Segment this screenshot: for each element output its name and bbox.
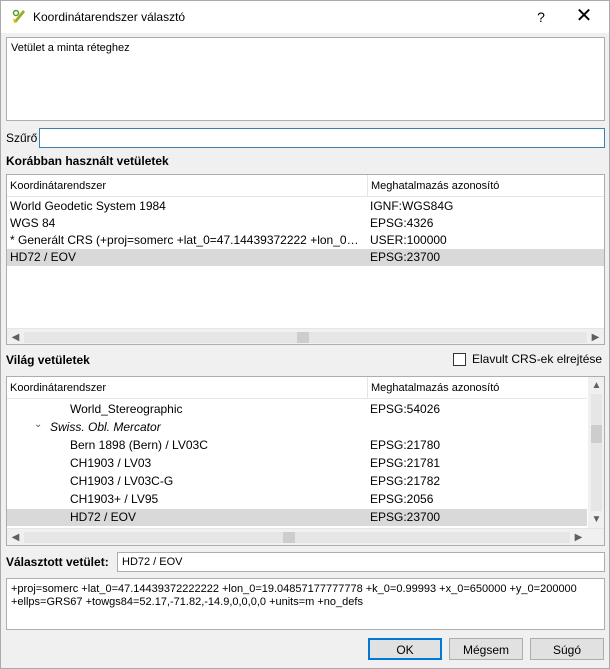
crs-name-cell: * Generált CRS (+proj=somerc +lat_0=47.1… — [10, 233, 365, 247]
tree-group-row[interactable]: ⌄ Swiss. Obl. Mercator — [7, 419, 587, 436]
crs-name-cell: CH1903 / LV03 — [70, 456, 152, 470]
checkbox-box[interactable] — [453, 352, 466, 366]
tree-item-row[interactable]: Bern 1898 (Bern) / LV03C EPSG:21780 — [7, 437, 587, 454]
crs-name-cell: HD72 / EOV — [10, 250, 77, 264]
recent-crs-title: Korábban használt vetületek — [6, 154, 169, 168]
scroll-down-icon[interactable]: ▼ — [588, 511, 604, 528]
crs-name-cell: CH1903+ / LV95 — [70, 492, 159, 506]
recent-horizontal-scrollbar[interactable]: ◀ ▶ — [7, 328, 604, 344]
proj-string-box: +proj=somerc +lat_0=47.14439372222222 +l… — [6, 578, 605, 630]
scroll-thumb[interactable] — [283, 532, 295, 543]
table-header: Koordinátarendszer Meghatalmazás azonosí… — [7, 175, 604, 197]
column-header-authority[interactable]: Meghatalmazás azonosító — [367, 377, 587, 399]
recent-crs-table[interactable]: Koordinátarendszer Meghatalmazás azonosí… — [6, 174, 605, 345]
tree-item-row[interactable]: HD72 / EOV EPSG:23700 — [7, 509, 587, 526]
qgis-logo-icon — [12, 9, 25, 23]
world-vertical-scrollbar[interactable]: ▲ ▼ — [588, 377, 604, 528]
crs-authority-cell: EPSG:21782 — [370, 474, 441, 488]
crs-authority-cell: USER:100000 — [370, 233, 447, 247]
ok-button[interactable]: OK — [368, 638, 442, 660]
close-icon[interactable]: ✕ — [569, 5, 599, 29]
scroll-track[interactable] — [24, 532, 570, 543]
scroll-thumb[interactable] — [591, 425, 602, 443]
crs-authority-cell: IGNF:WGS84G — [370, 199, 454, 213]
table-row[interactable]: World Geodetic System 1984 IGNF:WGS84G — [7, 198, 604, 215]
crs-name-cell: World Geodetic System 1984 — [10, 199, 166, 213]
crs-name-cell: CH1903 / LV03C-G — [70, 474, 174, 488]
selected-crs-value: HD72 / EOV — [117, 552, 605, 572]
cancel-button[interactable]: Mégsem — [449, 638, 523, 660]
layer-description: Vetület a minta réteghez — [6, 37, 605, 121]
column-header-authority[interactable]: Meghatalmazás azonosító — [367, 175, 604, 197]
table-row[interactable]: WGS 84 EPSG:4326 — [7, 215, 604, 232]
table-row[interactable]: * Generált CRS (+proj=somerc +lat_0=47.1… — [7, 232, 604, 249]
table-row[interactable]: HD72 / EOV EPSG:23700 — [7, 249, 604, 266]
crs-authority-cell: EPSG:23700 — [370, 510, 441, 524]
crs-authority-cell: EPSG:23700 — [370, 250, 441, 264]
filter-input[interactable] — [39, 128, 605, 148]
filter-label: Szűrő — [6, 131, 38, 145]
scroll-thumb[interactable] — [297, 332, 309, 343]
window-title: Koordinátarendszer választó — [33, 10, 186, 24]
help-icon[interactable]: ? — [529, 5, 553, 29]
crs-selector-dialog: Koordinátarendszer választó ? ✕ Vetület … — [0, 0, 610, 669]
title-bar: Koordinátarendszer választó ? ✕ — [1, 1, 609, 33]
scroll-left-icon[interactable]: ◀ — [7, 529, 24, 545]
scroll-left-icon[interactable]: ◀ — [7, 329, 24, 344]
crs-authority-cell: EPSG:4326 — [370, 216, 434, 230]
crs-authority-cell: EPSG:21780 — [370, 438, 441, 452]
column-header-crs[interactable]: Koordinátarendszer — [7, 377, 367, 399]
crs-authority-cell: EPSG:2056 — [370, 492, 434, 506]
crs-name-cell: Bern 1898 (Bern) / LV03C — [70, 438, 208, 452]
crs-authority-cell: EPSG:21781 — [370, 456, 441, 470]
hide-deprecated-label: Elavult CRS-ek elrejtése — [472, 352, 603, 366]
scroll-right-icon[interactable]: ▶ — [587, 329, 604, 344]
crs-name-cell: WGS 84 — [10, 216, 56, 230]
world-horizontal-scrollbar[interactable]: ◀ ▶ — [7, 528, 604, 545]
tree-header: Koordinátarendszer Meghatalmazás azonosí… — [7, 377, 587, 399]
tree-item-row[interactable]: CH1903 / LV03C-G EPSG:21782 — [7, 473, 587, 490]
crs-authority-cell: EPSG:54026 — [370, 402, 441, 416]
tree-item-row[interactable]: CH1903 / LV03 EPSG:21781 — [7, 455, 587, 472]
column-header-crs[interactable]: Koordinátarendszer — [7, 175, 367, 197]
tree-item-row[interactable]: CH1903+ / LV95 EPSG:2056 — [7, 491, 587, 508]
crs-name-cell: HD72 / EOV — [70, 510, 137, 524]
scroll-up-icon[interactable]: ▲ — [588, 377, 604, 394]
help-button[interactable]: Súgó — [530, 638, 604, 660]
scroll-right-icon[interactable]: ▶ — [570, 529, 587, 545]
chevron-down-icon[interactable]: ⌄ — [34, 416, 48, 433]
world-crs-title: Világ vetületek — [6, 353, 90, 367]
selected-crs-label: Választott vetület: — [6, 555, 109, 569]
tree-item-row[interactable]: World_Stereographic EPSG:54026 — [7, 401, 587, 418]
world-crs-tree[interactable]: Koordinátarendszer Meghatalmazás azonosí… — [6, 376, 605, 546]
crs-name-cell: Swiss. Obl. Mercator — [50, 420, 161, 434]
hide-deprecated-checkbox[interactable]: Elavult CRS-ek elrejtése — [453, 351, 602, 367]
crs-name-cell: World_Stereographic — [70, 402, 183, 416]
crs-authority-cell — [370, 419, 585, 436]
scroll-track[interactable] — [591, 394, 602, 511]
